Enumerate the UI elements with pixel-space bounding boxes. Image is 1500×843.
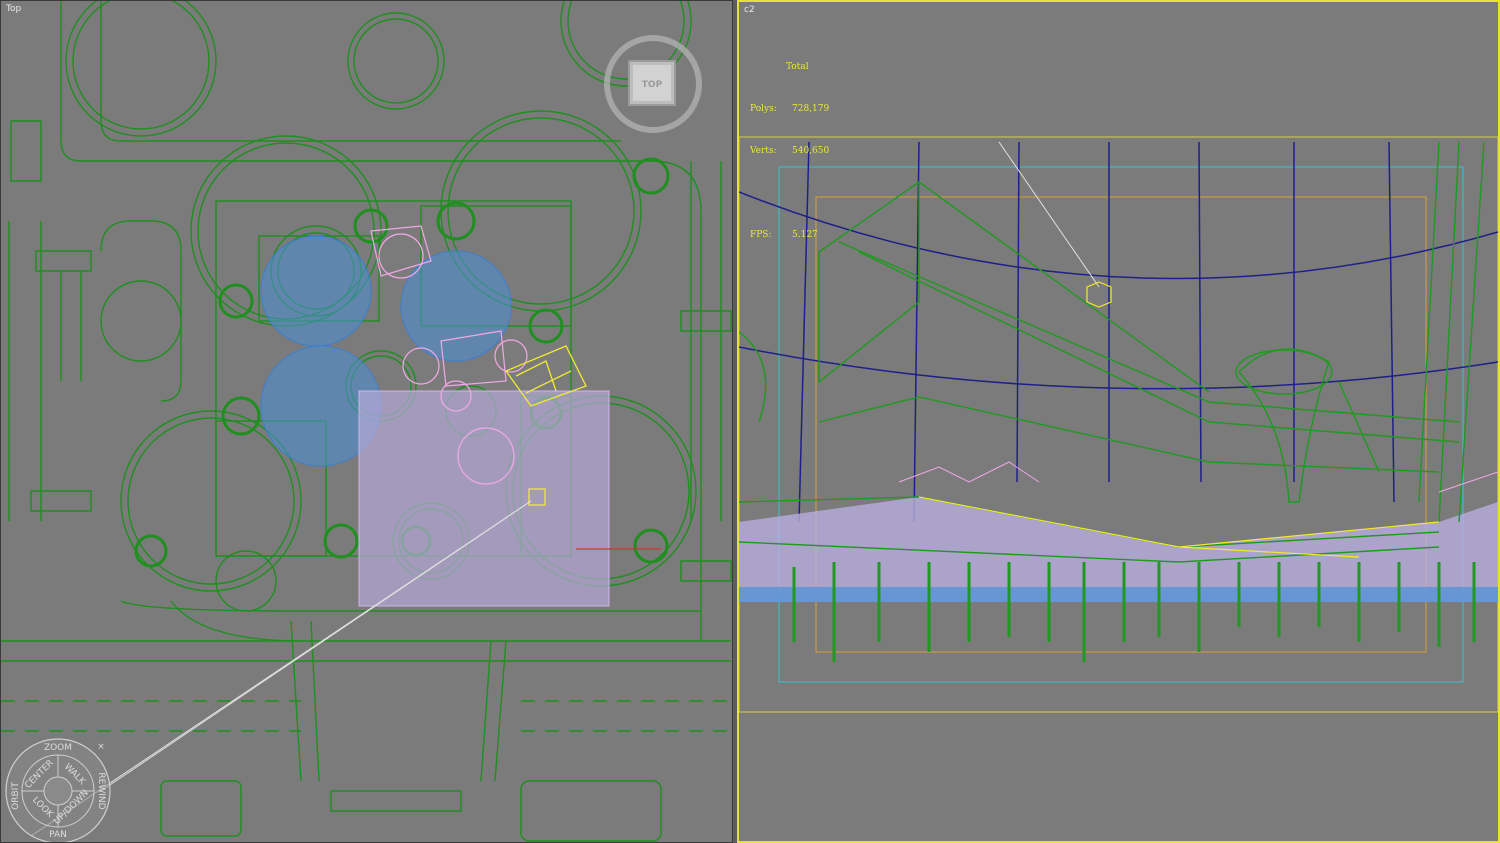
wheel-zoom[interactable]: ZOOM bbox=[44, 743, 72, 753]
stats-total-label: Total bbox=[786, 62, 809, 72]
wheel-orbit[interactable]: ORBIT bbox=[11, 782, 21, 810]
camera-viewport[interactable]: c2 Total Polys: 728,179 Verts: 540,650 F… bbox=[737, 0, 1500, 843]
steering-wheel[interactable]: ZOOM ORBIT CENTER WALK REWIND LOOK UP/DO… bbox=[1, 1, 733, 843]
stats-fps-row: FPS: 5.127 bbox=[750, 228, 829, 242]
stats-fps-label: FPS: bbox=[750, 230, 772, 240]
wheel-close-icon[interactable]: × bbox=[97, 742, 105, 752]
wheel-rewind[interactable]: REWIND bbox=[96, 772, 106, 809]
viewport-label-camera[interactable]: c2 bbox=[744, 5, 755, 15]
stats-verts-value: 540,650 bbox=[792, 146, 830, 156]
steering-wheel-icon[interactable]: ZOOM ORBIT CENTER WALK REWIND LOOK UP/DO… bbox=[5, 738, 111, 843]
wheel-pan[interactable]: PAN bbox=[49, 830, 67, 840]
stats-verts-label: Verts: bbox=[750, 146, 777, 156]
stats-polys-value: 728,179 bbox=[792, 104, 830, 114]
stats-fps-value: 5.127 bbox=[792, 230, 818, 240]
top-viewport[interactable]: Top TOP ZOOM ORBIT CENTER WALK REWIND LO… bbox=[0, 0, 733, 843]
camera-view-wireframe bbox=[739, 136, 1498, 713]
statistics-overlay: Total Polys: 728,179 Verts: 540,650 FPS:… bbox=[750, 32, 829, 270]
stats-verts-row: Verts: 540,650 bbox=[750, 144, 829, 158]
stats-polys-row: Polys: 728,179 bbox=[750, 102, 829, 116]
stats-polys-label: Polys: bbox=[750, 104, 777, 114]
